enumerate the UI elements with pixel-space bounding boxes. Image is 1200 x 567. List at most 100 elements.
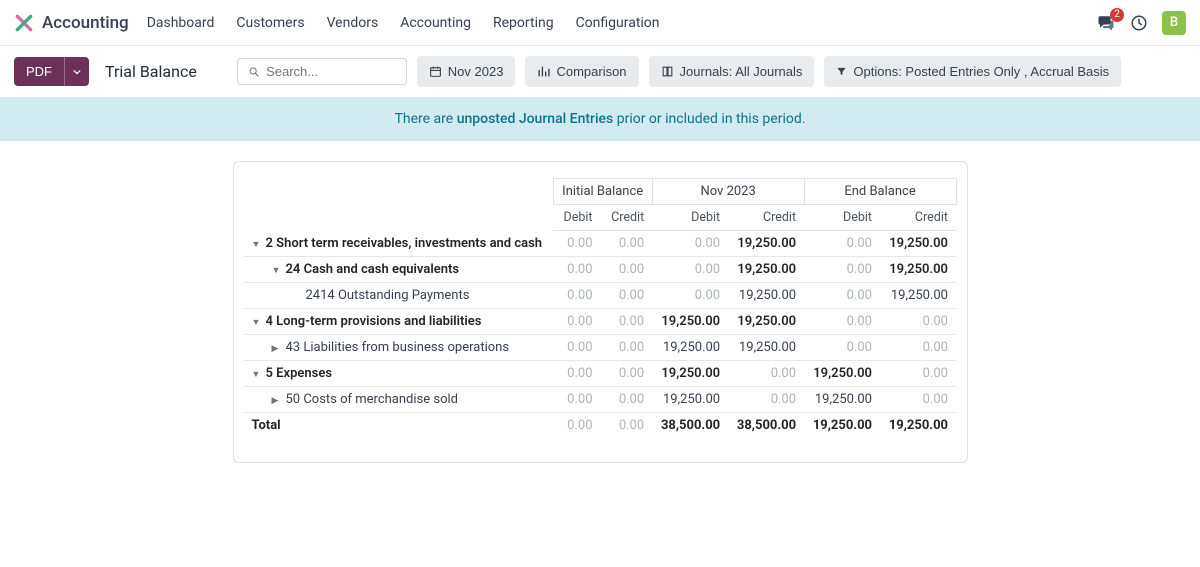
breadcrumb: Trial Balance bbox=[105, 62, 197, 81]
cell-value: 0.00 bbox=[728, 387, 804, 413]
journals-button[interactable]: Journals: All Journals bbox=[649, 56, 815, 87]
unposted-entries-alert: There are unposted Journal Entries prior… bbox=[0, 97, 1200, 141]
table-row[interactable]: ▶43 Liabilities from business operations… bbox=[244, 335, 957, 361]
journals-label: Journals: All Journals bbox=[680, 64, 803, 79]
cell-value: 19,250.00 bbox=[804, 361, 880, 387]
cell-value: 19,250.00 bbox=[728, 231, 804, 257]
table-row[interactable]: ▼24 Cash and cash equivalents0.000.000.0… bbox=[244, 257, 957, 283]
nav-vendors[interactable]: Vendors bbox=[327, 15, 379, 31]
cell-value: 19,250.00 bbox=[880, 257, 956, 283]
cell-value: 0.00 bbox=[804, 335, 880, 361]
cell-value: 0.00 bbox=[553, 361, 600, 387]
search-box[interactable] bbox=[237, 58, 407, 85]
sub-header-row: Debit Credit Debit Credit Debit Credit bbox=[244, 205, 957, 231]
table-row[interactable]: ▼5 Expenses0.000.0019,250.000.0019,250.0… bbox=[244, 361, 957, 387]
account-label: ▼4 Long-term provisions and liabilities bbox=[252, 314, 482, 329]
cell-value: 19,250.00 bbox=[652, 335, 728, 361]
cell-value: 0.00 bbox=[601, 361, 653, 387]
col-debit: Debit bbox=[804, 205, 880, 231]
table-row[interactable]: ▼2 Short term receivables, investments a… bbox=[244, 231, 957, 257]
cell-value: 0.00 bbox=[601, 335, 653, 361]
cell-value: 19,250.00 bbox=[652, 387, 728, 413]
top-nav: Accounting Dashboard Customers Vendors A… bbox=[0, 0, 1200, 46]
table-row[interactable]: ▶50 Costs of merchandise sold0.000.0019,… bbox=[244, 387, 957, 413]
account-label: ▶43 Liabilities from business operations bbox=[252, 340, 510, 355]
cell-value: 19,250.00 bbox=[652, 361, 728, 387]
cell-value: 0.00 bbox=[880, 309, 956, 335]
pdf-button[interactable]: PDF bbox=[14, 57, 64, 86]
cell-value: 19,250.00 bbox=[728, 309, 804, 335]
alert-link[interactable]: unposted Journal Entries bbox=[457, 111, 614, 127]
table-row[interactable]: ▼4 Long-term provisions and liabilities 0… bbox=[244, 309, 957, 335]
activity-button[interactable] bbox=[1130, 14, 1148, 32]
cell-value: 0.00 bbox=[652, 231, 728, 257]
period-filter-button[interactable]: Nov 2023 bbox=[417, 56, 516, 87]
options-button[interactable]: Options: Posted Entries Only , Accrual B… bbox=[824, 56, 1121, 87]
calendar-icon bbox=[429, 65, 442, 78]
nav-dashboard[interactable]: Dashboard bbox=[147, 15, 215, 31]
cell-value: 19,250.00 bbox=[728, 283, 804, 309]
nav-customers[interactable]: Customers bbox=[236, 15, 304, 31]
search-icon bbox=[248, 65, 260, 79]
account-label: ▼5 Expenses bbox=[252, 366, 333, 381]
cell-value: 19,250.00 bbox=[880, 231, 956, 257]
app-logo-icon bbox=[14, 13, 34, 33]
col-period: Nov 2023 bbox=[652, 179, 804, 205]
filter-icon bbox=[836, 66, 847, 77]
trial-balance-table: Initial Balance Nov 2023 End Balance Deb… bbox=[244, 178, 957, 438]
cell-value: 0.00 bbox=[804, 283, 880, 309]
user-avatar[interactable]: B bbox=[1162, 11, 1186, 35]
pdf-button-group: PDF bbox=[14, 57, 89, 86]
cell-value: 0.00 bbox=[553, 231, 600, 257]
caret-down-icon: ▼ bbox=[252, 369, 262, 380]
cell-value: 0.00 bbox=[601, 231, 653, 257]
col-credit: Credit bbox=[880, 205, 956, 231]
cell-value: 0.00 bbox=[553, 283, 600, 309]
caret-down-icon: ▼ bbox=[252, 317, 262, 328]
col-credit: Credit bbox=[728, 205, 804, 231]
clock-icon bbox=[1130, 14, 1148, 32]
nav-menu: Dashboard Customers Vendors Accounting R… bbox=[147, 15, 1096, 31]
cell-value: 0.00 bbox=[601, 257, 653, 283]
table-row[interactable]: 2414 Outstanding Payments0.000.000.0019,… bbox=[244, 283, 957, 309]
account-label: 2414 Outstanding Payments bbox=[252, 288, 470, 303]
options-label: Options: Posted Entries Only , Accrual B… bbox=[853, 64, 1109, 79]
cell-value: 19,250.00 bbox=[804, 413, 880, 439]
comparison-button[interactable]: Comparison bbox=[525, 56, 638, 87]
cell-value: 19,250.00 bbox=[880, 413, 956, 439]
header-right: 2 B bbox=[1096, 11, 1186, 35]
pdf-dropdown-button[interactable] bbox=[64, 57, 89, 86]
cell-value: 19,250.00 bbox=[652, 309, 728, 335]
comparison-label: Comparison bbox=[556, 64, 626, 79]
cell-value: 0.00 bbox=[804, 309, 880, 335]
alert-prefix: There are bbox=[395, 111, 457, 127]
cell-value: 0.00 bbox=[553, 387, 600, 413]
cell-value: 0.00 bbox=[880, 335, 956, 361]
cell-value: 0.00 bbox=[652, 257, 728, 283]
caret-down-icon: ▼ bbox=[252, 239, 262, 250]
cell-value: 19,250.00 bbox=[728, 257, 804, 283]
caret-right-icon: ▶ bbox=[272, 396, 282, 406]
nav-accounting[interactable]: Accounting bbox=[400, 15, 471, 31]
total-label: Total bbox=[244, 413, 554, 439]
caret-down-icon bbox=[73, 68, 81, 76]
cell-value: 0.00 bbox=[601, 413, 653, 439]
cell-value: 0.00 bbox=[804, 257, 880, 283]
search-input[interactable] bbox=[266, 64, 396, 79]
cell-value: 0.00 bbox=[553, 413, 600, 439]
nav-reporting[interactable]: Reporting bbox=[493, 15, 554, 31]
col-credit: Credit bbox=[601, 205, 653, 231]
cell-value: 0.00 bbox=[880, 361, 956, 387]
cell-value: 0.00 bbox=[601, 309, 653, 335]
cell-value: 0.00 bbox=[804, 231, 880, 257]
app-title[interactable]: Accounting bbox=[42, 13, 129, 33]
book-icon bbox=[661, 65, 674, 78]
cell-value: 38,500.00 bbox=[728, 413, 804, 439]
messages-button[interactable]: 2 bbox=[1096, 14, 1116, 32]
account-label: ▼2 Short term receivables, investments a… bbox=[252, 236, 543, 251]
cell-value: 19,250.00 bbox=[880, 283, 956, 309]
nav-configuration[interactable]: Configuration bbox=[576, 15, 660, 31]
group-header-row: Initial Balance Nov 2023 End Balance bbox=[244, 179, 957, 205]
alert-suffix: prior or included in this period. bbox=[613, 111, 805, 127]
report-container: Initial Balance Nov 2023 End Balance Deb… bbox=[0, 141, 1200, 483]
